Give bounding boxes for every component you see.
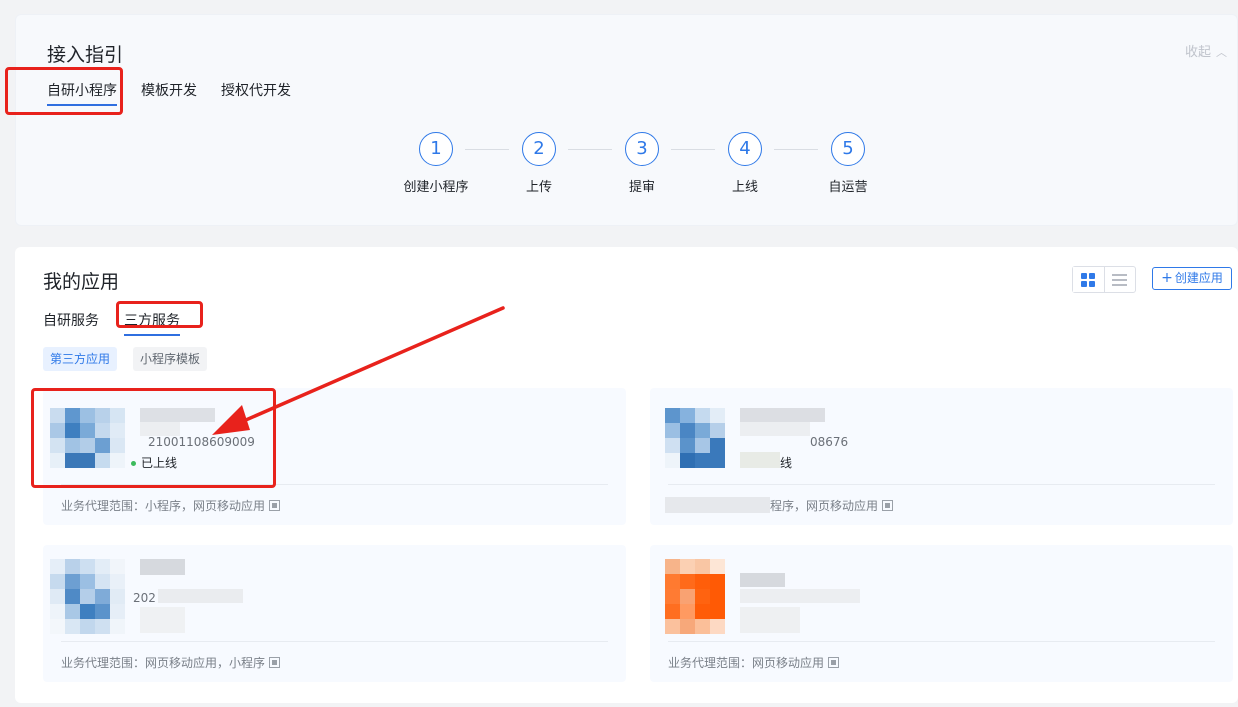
apps-title: 我的应用	[43, 271, 120, 293]
step-label: 提审	[628, 180, 655, 195]
tab-authorized-development[interactable]: 授权代开发	[221, 80, 291, 100]
guide-panel: 接入指引 收起 ︿ 自研小程序 模板开发 授权代开发 1 创建小程序 2 上传 3…	[15, 14, 1238, 226]
app-id: 202	[133, 591, 156, 605]
qrcode-icon[interactable]	[882, 500, 894, 511]
filter-third-party-apps[interactable]: 第三方应用	[43, 347, 118, 371]
business-scope: 业务代理范围：网页移动应用	[668, 654, 840, 671]
tab-template-development[interactable]: 模板开发	[141, 80, 197, 100]
business-scope-text: 业务代理范围：网页移动应用，小程序	[61, 656, 266, 670]
step-label: 上线	[731, 180, 758, 195]
highlight-box-guide-tab	[5, 67, 123, 115]
collapse-label: 收起	[1184, 45, 1211, 60]
app-name-blurred	[740, 573, 785, 587]
highlight-box-third-party-tab	[116, 301, 203, 328]
create-app-label: 创建应用	[1174, 271, 1223, 285]
app-card[interactable]: 业务代理范围：网页移动应用	[650, 545, 1233, 682]
card-divider	[61, 641, 608, 642]
business-scope: 业务代理范围：网页移动应用，小程序	[61, 654, 281, 671]
qrcode-icon[interactable]	[828, 657, 840, 668]
step-number: 3	[625, 132, 659, 166]
business-scope-text: 业务代理范围：小程序，网页移动应用	[61, 499, 266, 513]
step-label: 自运营	[828, 180, 868, 195]
plus-icon: +	[1161, 270, 1173, 286]
qrcode-icon[interactable]	[269, 500, 281, 511]
create-app-button[interactable]: + 创建应用	[1152, 267, 1232, 290]
status-badge: 线	[780, 454, 792, 471]
business-scope-text: 业务代理范围：网页移动应用	[668, 656, 825, 670]
step-submit-review: 3 提审	[602, 132, 682, 195]
status-blurred	[740, 452, 780, 468]
scope-prefix-blurred	[665, 497, 770, 513]
chevron-up-icon: ︿	[1216, 46, 1227, 59]
collapse-button[interactable]: 收起 ︿	[1185, 41, 1227, 60]
tab-self-service[interactable]: 自研服务	[43, 310, 99, 330]
step-label: 上传	[525, 180, 552, 195]
filter-miniprogram-templates[interactable]: 小程序模板	[133, 347, 208, 371]
card-divider	[668, 484, 1215, 485]
business-scope-text: 程序，网页移动应用	[770, 499, 879, 513]
step-create-miniprogram: 1 创建小程序	[396, 132, 476, 195]
qrcode-icon[interactable]	[269, 657, 281, 668]
app-card[interactable]: 202 业务代理范围：网页移动应用，小程序	[43, 545, 626, 682]
app-logo-blurred	[665, 408, 725, 468]
view-toggle	[1072, 266, 1136, 293]
card-divider	[668, 641, 1215, 642]
step-number: 5	[831, 132, 865, 166]
step-self-operate: 5 自运营	[808, 132, 888, 195]
business-scope: 程序，网页移动应用	[770, 497, 894, 514]
guide-title: 接入指引	[47, 44, 124, 66]
business-scope: 业务代理范围：小程序，网页移动应用	[61, 497, 281, 514]
highlight-box-app-card	[31, 388, 276, 488]
step-label: 创建小程序	[403, 180, 469, 195]
status-blurred	[740, 607, 800, 633]
list-icon	[1112, 273, 1128, 286]
app-name-blurred	[740, 422, 810, 436]
app-id-blurred	[740, 589, 860, 603]
app-name-blurred	[740, 408, 825, 422]
app-card[interactable]: 08676 线 程序，网页移动应用	[650, 388, 1233, 525]
app-logo-blurred	[665, 559, 725, 634]
grid-icon	[1081, 272, 1096, 287]
step-upload: 2 上传	[499, 132, 579, 195]
step-number: 1	[419, 132, 453, 166]
app-logo-blurred	[50, 559, 125, 634]
step-go-live: 4 上线	[705, 132, 785, 195]
status-blurred	[140, 607, 185, 633]
step-number: 4	[728, 132, 762, 166]
app-id: 08676	[810, 435, 849, 449]
grid-view-button[interactable]	[1073, 267, 1105, 292]
status-label: 线	[780, 456, 793, 470]
step-number: 2	[522, 132, 556, 166]
list-view-button[interactable]	[1105, 267, 1136, 292]
app-name-blurred	[140, 559, 185, 575]
app-id-blurred	[158, 589, 243, 603]
